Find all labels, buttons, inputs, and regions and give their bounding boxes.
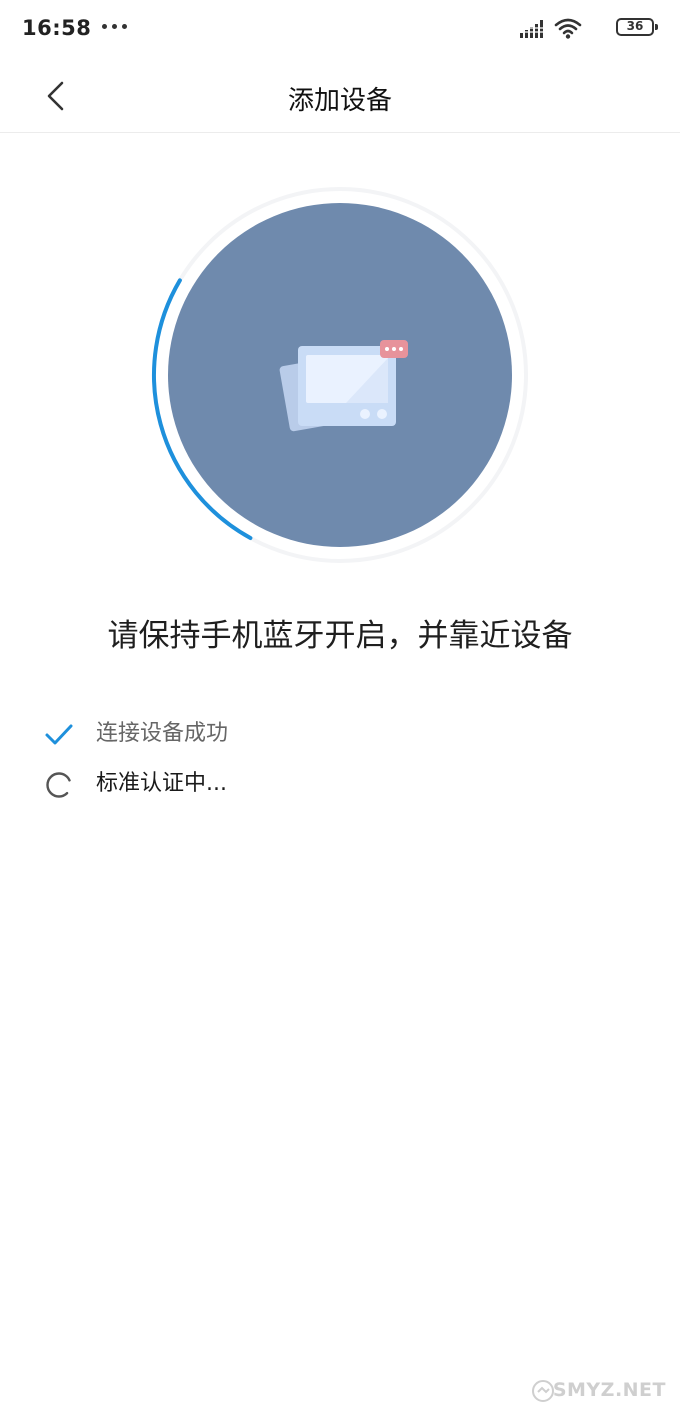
wifi-icon <box>554 18 582 39</box>
step-label: 标准认证中... <box>96 771 227 796</box>
step-label: 连接设备成功 <box>96 721 229 746</box>
step-connect: 连接设备成功 <box>44 710 644 760</box>
step-certify: 标准认证中... <box>44 760 644 810</box>
battery-icon: 36 <box>616 18 658 36</box>
hint-text: 请保持手机蓝牙开启，并靠近设备 <box>107 618 573 654</box>
battery-level: 36 <box>626 19 644 33</box>
watermark-text: SMYZ.NET <box>552 1379 666 1401</box>
header: 添加设备 <box>0 60 680 133</box>
pairing-progress <box>140 180 540 580</box>
page-title: 添加设备 <box>287 86 392 116</box>
pairing-steps: 连接设备成功 标准认证中... <box>44 710 644 810</box>
device-screen-icon <box>279 340 408 432</box>
spinner-icon <box>46 772 72 798</box>
signal-icon <box>520 20 545 38</box>
more-dots-icon <box>102 24 128 32</box>
check-icon <box>45 724 73 745</box>
status-bar: 16:58 36 <box>0 0 680 60</box>
status-time: 16:58 <box>22 16 92 40</box>
watermark-logo-icon <box>532 1380 554 1402</box>
